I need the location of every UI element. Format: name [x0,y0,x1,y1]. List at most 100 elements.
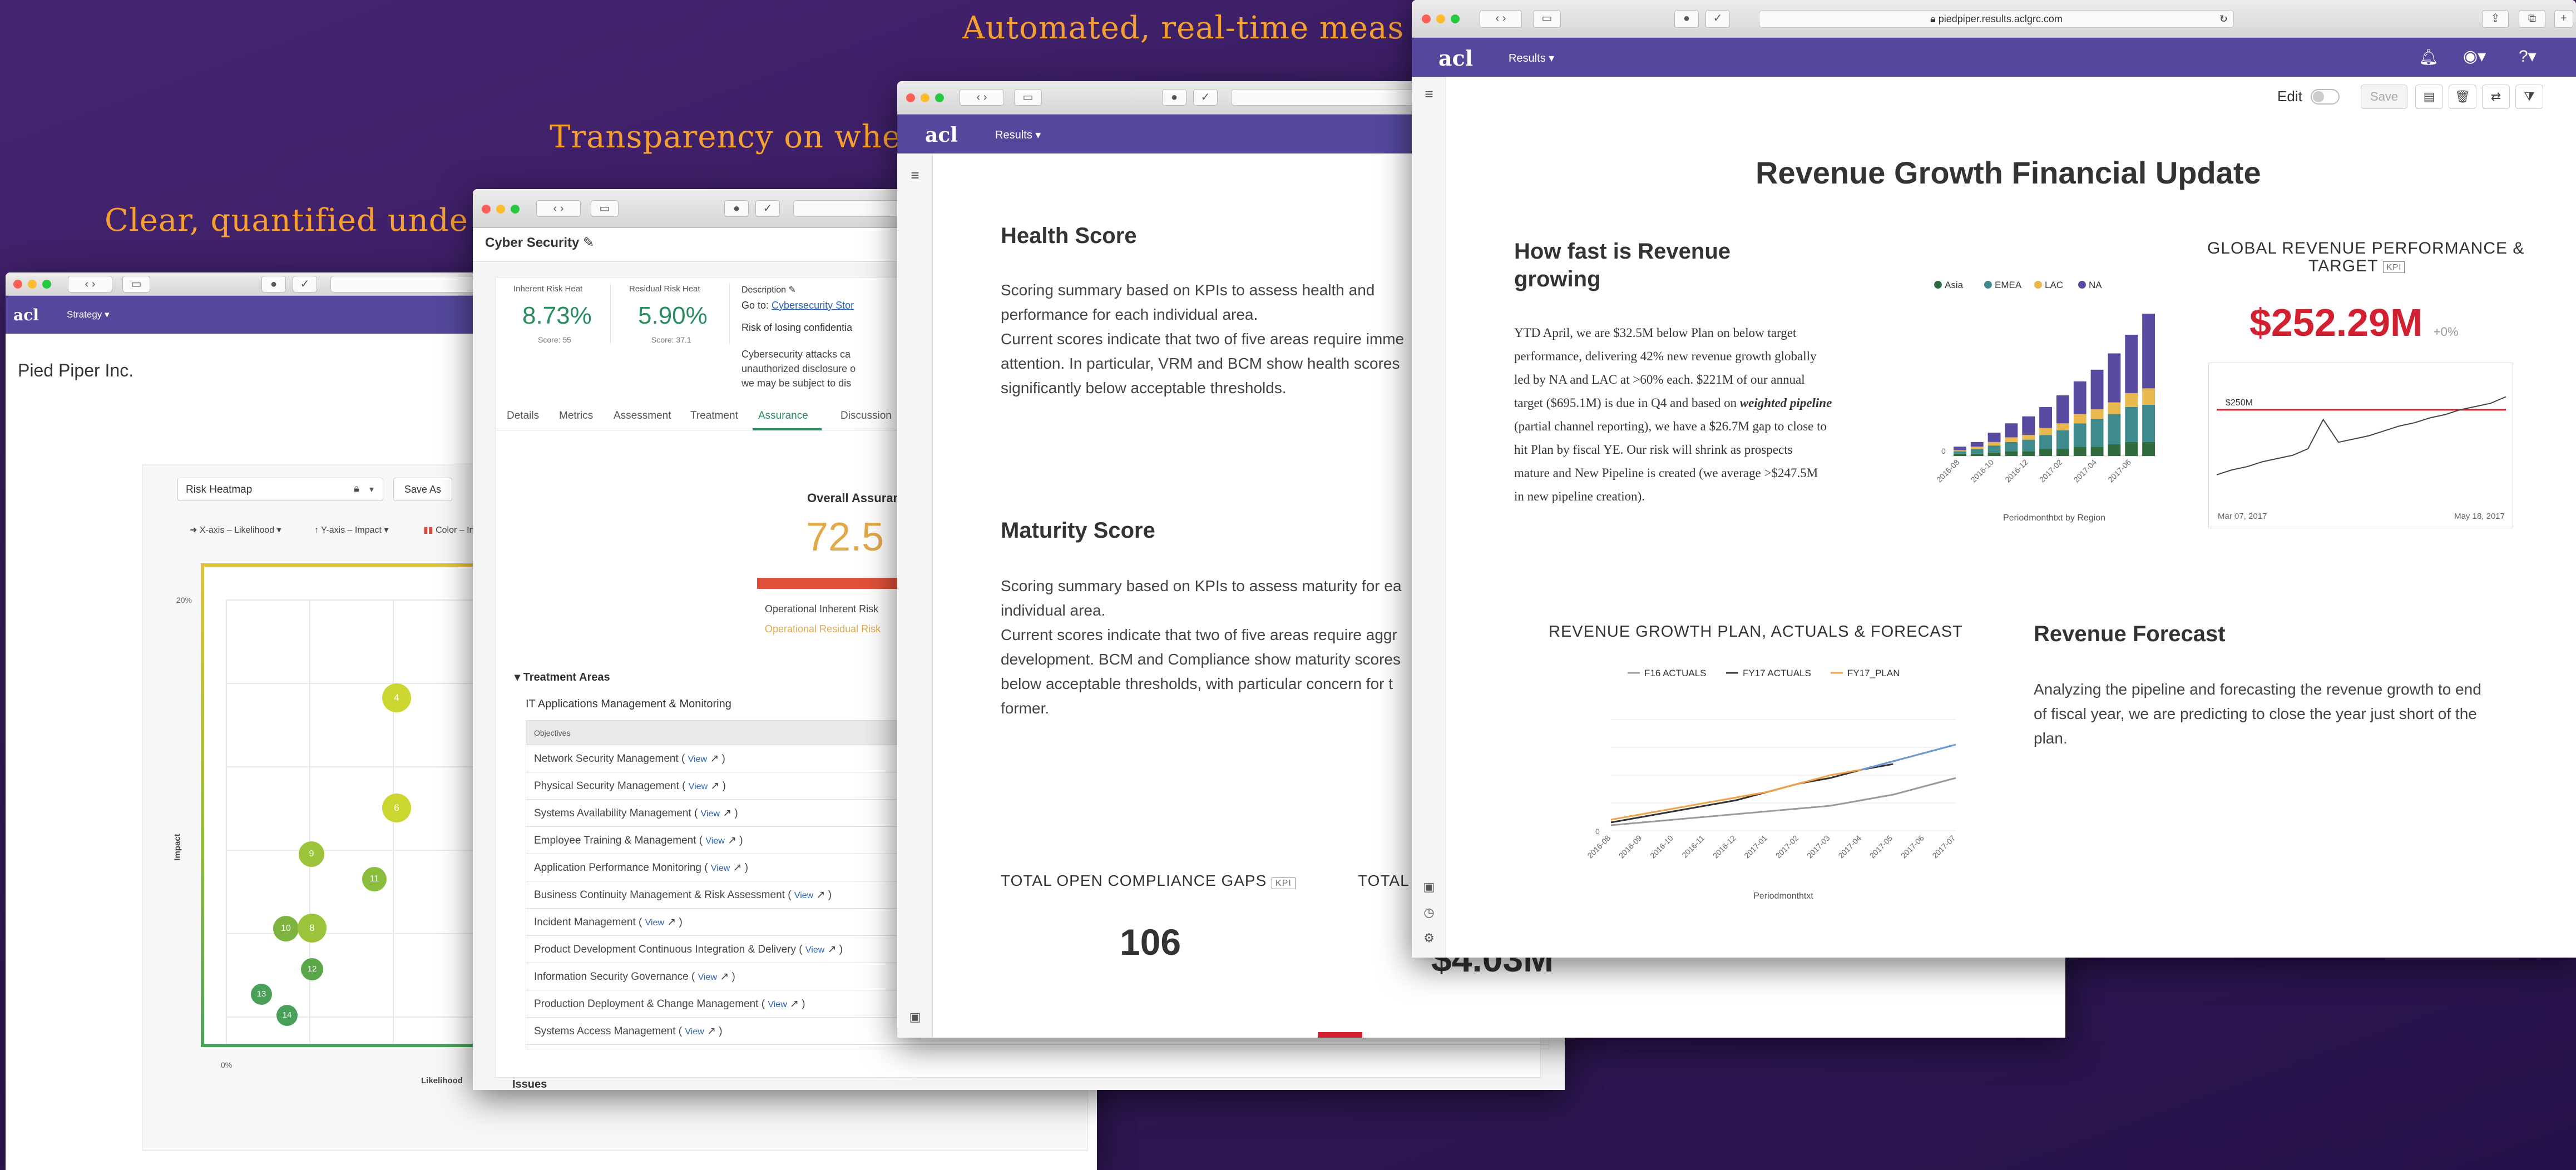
open-compliance-gaps-label: TOTAL OPEN COMPLIANCE GAPS KPI [1001,872,1296,890]
edit-icon[interactable]: ✎ [583,235,594,250]
cybersecurity-story-link[interactable]: Cybersecurity Stor [772,300,854,311]
bar-segment [2142,404,2155,442]
present-button[interactable]: ▤ [2415,85,2443,109]
share-icon[interactable]: ⇪ [2482,10,2509,28]
hamburger-menu-icon[interactable]: ≡ [897,167,933,184]
extension-icon[interactable]: ✓ [755,200,780,217]
close-window-icon[interactable] [906,93,915,102]
back-forward-icon[interactable]: ‹ › [960,89,1004,106]
strategy-menu[interactable]: Strategy ▾ [67,309,110,320]
view-link[interactable]: View [645,918,664,928]
zoom-window-icon[interactable] [511,205,520,214]
new-tab-icon[interactable]: + [2554,10,2573,28]
tab-discussion[interactable]: Discussion [840,410,892,422]
it-applications-header: IT Applications Management & Monitoring [526,698,731,710]
back-forward-icon[interactable]: ‹ › [68,276,112,292]
minimize-window-icon[interactable] [496,205,505,214]
edit-icon[interactable]: ✎ [788,285,795,295]
tab-assurance[interactable]: Assurance [758,410,808,422]
view-link[interactable]: View [711,864,730,873]
x-tick-label: 2017-04 [1836,834,1863,860]
extension-icon[interactable]: ✓ [1193,89,1218,106]
view-link[interactable]: View [794,891,813,900]
tab-metrics[interactable]: Metrics [559,410,593,422]
zoom-window-icon[interactable] [1451,14,1460,23]
close-window-icon[interactable] [482,205,491,214]
user-icon[interactable]: ◉▾ [2463,47,2486,66]
settings-icon[interactable]: ⚙ [1412,931,1446,945]
archive-icon[interactable]: ▣ [897,1010,933,1024]
view-link[interactable]: View [701,809,720,819]
risk-bubble[interactable]: 12 [301,958,323,980]
view-link[interactable]: View [768,1000,787,1009]
view-link[interactable]: View [698,973,717,982]
hamburger-menu-icon[interactable]: ≡ [1412,86,1446,103]
zoom-window-icon[interactable] [935,93,944,102]
edit-toggle[interactable] [2311,89,2340,105]
chevron-down-icon: ▾ [1549,52,1555,65]
risk-bubble[interactable]: 9 [299,841,324,867]
view-link[interactable]: View [805,945,824,955]
open-compliance-gaps-value: 106 [1120,921,1181,963]
risk-bubble[interactable]: 14 [276,1005,298,1026]
objective-label: Network Security Management [534,753,679,765]
minimize-window-icon[interactable] [921,93,929,102]
bar-segment [1970,447,1984,449]
risk-bubble[interactable]: 13 [251,984,272,1005]
y-axis-selector[interactable]: ↑ Y-axis – Impact ▾ [314,524,388,536]
view-link[interactable]: View [688,755,707,764]
save-button[interactable]: Save [2361,85,2407,109]
bar-segment [2108,414,2121,445]
minimize-window-icon[interactable] [1436,14,1445,23]
back-forward-icon[interactable]: ‹ › [536,200,581,217]
tab-assessment[interactable]: Assessment [614,410,671,422]
sidebar-toggle-icon[interactable]: ▭ [591,200,619,217]
zoom-window-icon[interactable] [42,280,51,289]
minimize-window-icon[interactable] [28,280,37,289]
risk-bubble[interactable]: 8 [298,914,327,943]
risk-bubble[interactable]: 10 [273,916,299,941]
treatment-areas-header[interactable]: ▾ Treatment Areas [515,670,610,684]
privacy-icon[interactable]: ● [261,276,286,292]
help-icon[interactable]: ?▾ [2519,47,2537,66]
risk-bubble[interactable]: 6 [382,794,411,822]
tab-treatment[interactable]: Treatment [690,410,738,422]
color-selector[interactable]: ▮▮ Color – In [423,524,474,536]
sidebar-toggle-icon[interactable]: ▭ [1014,89,1042,106]
view-link[interactable]: View [705,836,724,846]
history-icon[interactable]: ◷ [897,1037,933,1038]
risk-bubble[interactable]: 4 [382,683,411,712]
series-line [1610,743,1956,821]
privacy-icon[interactable]: ● [1674,10,1699,28]
x-tick-label: 2016-12 [1711,834,1738,860]
extension-icon[interactable]: ✓ [293,276,317,292]
results-menu[interactable]: Results ▾ [995,128,1041,142]
privacy-icon[interactable]: ● [724,200,749,217]
tab-details[interactable]: Details [507,410,539,422]
x-tick-label: 2017-06 [1899,834,1926,860]
url-bar[interactable]: 🔒︎ piedpiper.results.aclgrc.com ↻ [1759,10,2234,28]
archive-icon[interactable]: ▣ [1412,880,1446,894]
risk-bubble[interactable]: 11 [362,867,387,891]
bell-icon[interactable]: 🔔︎ [2419,48,2439,66]
report-dropdown[interactable]: Risk Heatmap 🔒︎ ▾ [177,478,383,501]
sidebar-toggle-icon[interactable]: ▭ [122,276,150,292]
delete-button[interactable]: 🗑︎ [2449,85,2476,109]
back-forward-icon[interactable]: ‹ › [1480,10,1522,28]
x-axis-selector[interactable]: ➜ X-axis – Likelihood ▾ [190,524,281,536]
view-link[interactable]: View [685,1027,704,1037]
results-menu[interactable]: Results ▾ [1509,51,1554,65]
tabs-icon[interactable]: ⧉ [2519,10,2545,28]
sidebar-toggle-icon[interactable]: ▭ [1533,10,1561,28]
close-window-icon[interactable] [13,280,22,289]
extension-icon[interactable]: ✓ [1705,10,1730,28]
privacy-icon[interactable]: ● [1162,89,1186,106]
close-window-icon[interactable] [1422,14,1431,23]
share-button[interactable]: ⇄ [2482,85,2510,109]
save-as-button[interactable]: Save As [393,478,452,501]
reload-icon[interactable]: ↻ [2219,11,2228,27]
filter-button[interactable]: ⧩ [2515,85,2543,109]
view-link[interactable]: View [689,782,708,791]
history-icon[interactable]: ◷ [1412,905,1446,920]
residual-risk-value: 5.90% [638,302,708,329]
